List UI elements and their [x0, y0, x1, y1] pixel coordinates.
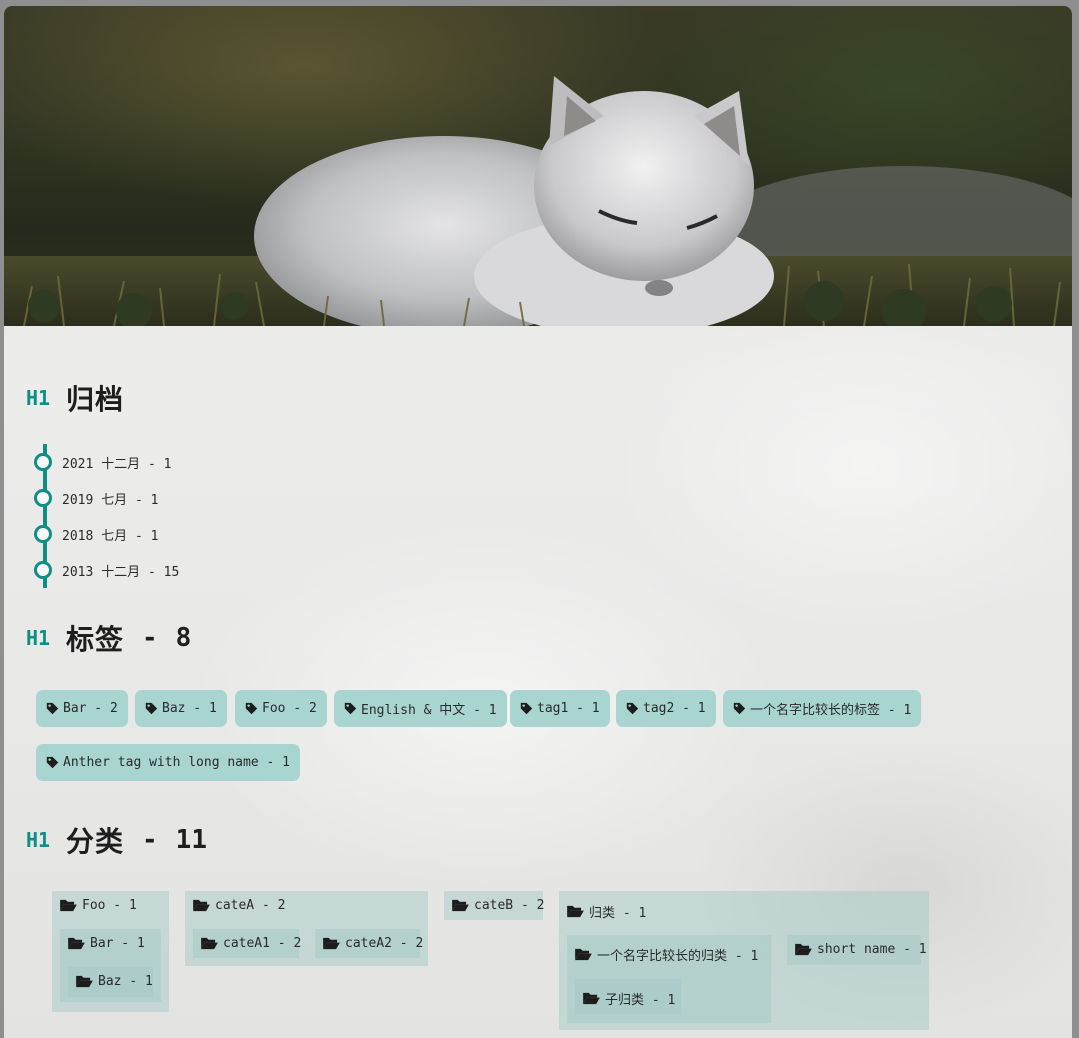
archive-item-label[interactable]: 2019 七月 - 1 — [62, 489, 158, 508]
category-label: cateA1 - 2 — [223, 936, 302, 951]
archive-item[interactable]: 2018 七月 - 1 — [34, 523, 158, 545]
archive-timeline: 2021 十二月 - 1 2019 七月 - 1 2018 七月 - 1 201… — [34, 444, 334, 588]
category-label: 子归类 - 1 — [605, 993, 676, 1008]
tag-chip[interactable]: tag2 - 1 — [616, 690, 716, 727]
main-content: H1 归档 2021 十二月 - 1 2019 七月 - 1 2018 七月 -… — [4, 326, 1072, 1038]
archive-title: 归档 — [66, 383, 125, 416]
category-label: short name - 1 — [817, 942, 927, 957]
tag-icon — [46, 702, 59, 715]
folder-open-icon — [795, 943, 812, 956]
category-item[interactable]: cateA1 - 2 — [201, 936, 301, 951]
archive-item-label[interactable]: 2013 十二月 - 15 — [62, 561, 179, 580]
heading-marker: H1 — [26, 828, 51, 852]
tag-chip[interactable]: 一个名字比较长的标签 - 1 — [723, 690, 922, 727]
category-item[interactable]: 一个名字比较长的归类 - 1 — [575, 945, 758, 964]
category-item[interactable]: Bar - 1 — [68, 936, 145, 951]
tags-heading: H1 标签 -8 — [26, 618, 191, 658]
categories-heading: H1 分类 -11 — [26, 820, 207, 860]
category-item[interactable]: Foo - 1 — [60, 898, 137, 913]
timeline-dot-icon — [34, 489, 52, 507]
folder-open-icon — [193, 899, 210, 912]
timeline-dot-icon — [34, 525, 52, 543]
categories-title: 分类 — [66, 825, 125, 858]
categories-count: 11 — [175, 825, 207, 855]
archive-item-label[interactable]: 2018 七月 - 1 — [62, 525, 158, 544]
folder-open-icon — [452, 899, 469, 912]
folder-open-icon — [201, 937, 218, 950]
timeline-dot-icon — [34, 561, 52, 579]
category-label: Foo - 1 — [82, 898, 137, 913]
archive-item-label[interactable]: 2021 十二月 - 1 — [62, 453, 171, 472]
category-item[interactable]: 归类 - 1 — [567, 902, 646, 921]
tag-label: Anther tag with long name - 1 — [63, 755, 290, 770]
folder-open-icon — [76, 975, 93, 988]
folder-open-icon — [323, 937, 340, 950]
tag-icon — [245, 702, 258, 715]
timeline-dot-icon — [34, 453, 52, 471]
heading-marker: H1 — [26, 626, 51, 650]
tag-label: tag1 - 1 — [537, 701, 600, 716]
folder-open-icon — [68, 937, 85, 950]
archive-item[interactable]: 2013 十二月 - 15 — [34, 559, 179, 581]
category-label: Bar - 1 — [90, 936, 145, 951]
folder-open-icon — [575, 948, 592, 961]
tag-icon — [46, 756, 59, 769]
tag-label: tag2 - 1 — [643, 701, 706, 716]
tag-icon — [145, 702, 158, 715]
archive-heading: H1 归档 — [26, 378, 124, 418]
arctic-fox-image — [4, 76, 1072, 326]
tag-icon — [626, 702, 639, 715]
category-item[interactable]: 子归类 - 1 — [583, 989, 675, 1008]
tag-chip[interactable]: Baz - 1 — [135, 690, 227, 727]
folder-open-icon — [567, 905, 584, 918]
tag-chip[interactable]: tag1 - 1 — [510, 690, 610, 727]
category-item[interactable]: cateA2 - 2 — [323, 936, 423, 951]
tag-chip[interactable]: Bar - 2 — [36, 690, 128, 727]
category-item[interactable]: Baz - 1 — [76, 974, 153, 989]
category-item[interactable]: cateB - 2 — [452, 898, 544, 913]
category-label: 归类 - 1 — [589, 906, 647, 921]
category-item[interactable]: short name - 1 — [795, 942, 927, 957]
page-window: H1 归档 2021 十二月 - 1 2019 七月 - 1 2018 七月 -… — [4, 6, 1072, 1038]
tag-chip[interactable]: English & 中文 - 1 — [334, 690, 507, 727]
tag-icon — [733, 702, 746, 715]
tag-label: 一个名字比较长的标签 - 1 — [750, 703, 912, 718]
tag-label: Bar - 2 — [63, 701, 118, 716]
tag-label: Baz - 1 — [162, 701, 217, 716]
archive-item[interactable]: 2021 十二月 - 1 — [34, 451, 171, 473]
tag-icon — [520, 702, 533, 715]
tag-label: Foo - 2 — [262, 701, 317, 716]
category-label: cateB - 2 — [474, 898, 545, 913]
tag-chip[interactable]: Foo - 2 — [235, 690, 327, 727]
category-label: cateA2 - 2 — [345, 936, 424, 951]
category-label: cateA - 2 — [215, 898, 286, 913]
tag-icon — [344, 702, 357, 715]
hero-banner — [4, 6, 1072, 326]
tags-count: 8 — [175, 623, 192, 653]
folder-open-icon — [60, 899, 77, 912]
tag-label: English & 中文 - 1 — [361, 703, 497, 718]
category-item[interactable]: cateA - 2 — [193, 898, 285, 913]
folder-open-icon — [583, 992, 600, 1005]
tags-title: 标签 — [66, 623, 125, 656]
category-label: 一个名字比较长的归类 - 1 — [597, 949, 759, 964]
tag-chip[interactable]: Anther tag with long name - 1 — [36, 744, 300, 781]
archive-item[interactable]: 2019 七月 - 1 — [34, 487, 158, 509]
category-label: Baz - 1 — [98, 974, 153, 989]
heading-marker: H1 — [26, 386, 51, 410]
